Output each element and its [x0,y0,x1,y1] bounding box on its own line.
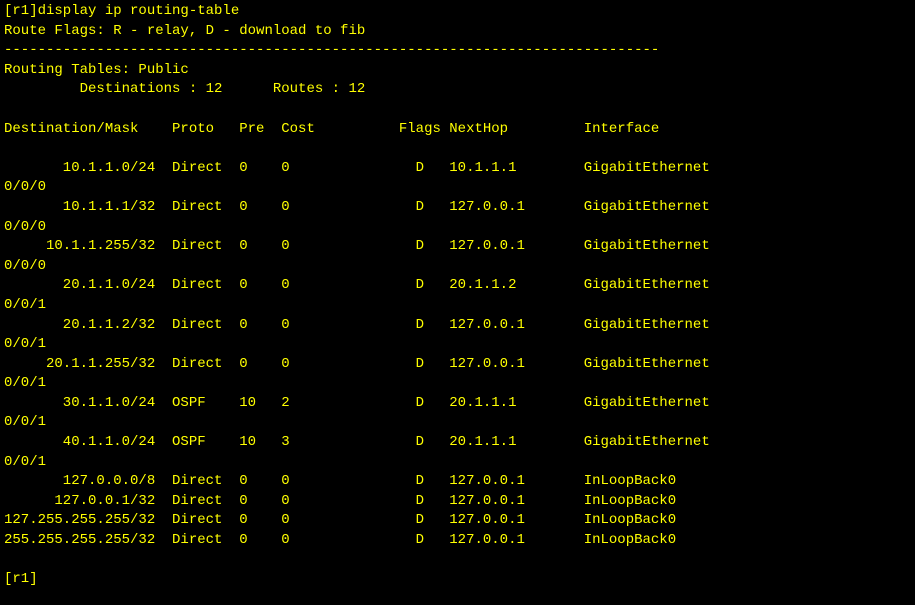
terminal-output: [r1]display ip routing-table Route Flags… [0,0,915,592]
